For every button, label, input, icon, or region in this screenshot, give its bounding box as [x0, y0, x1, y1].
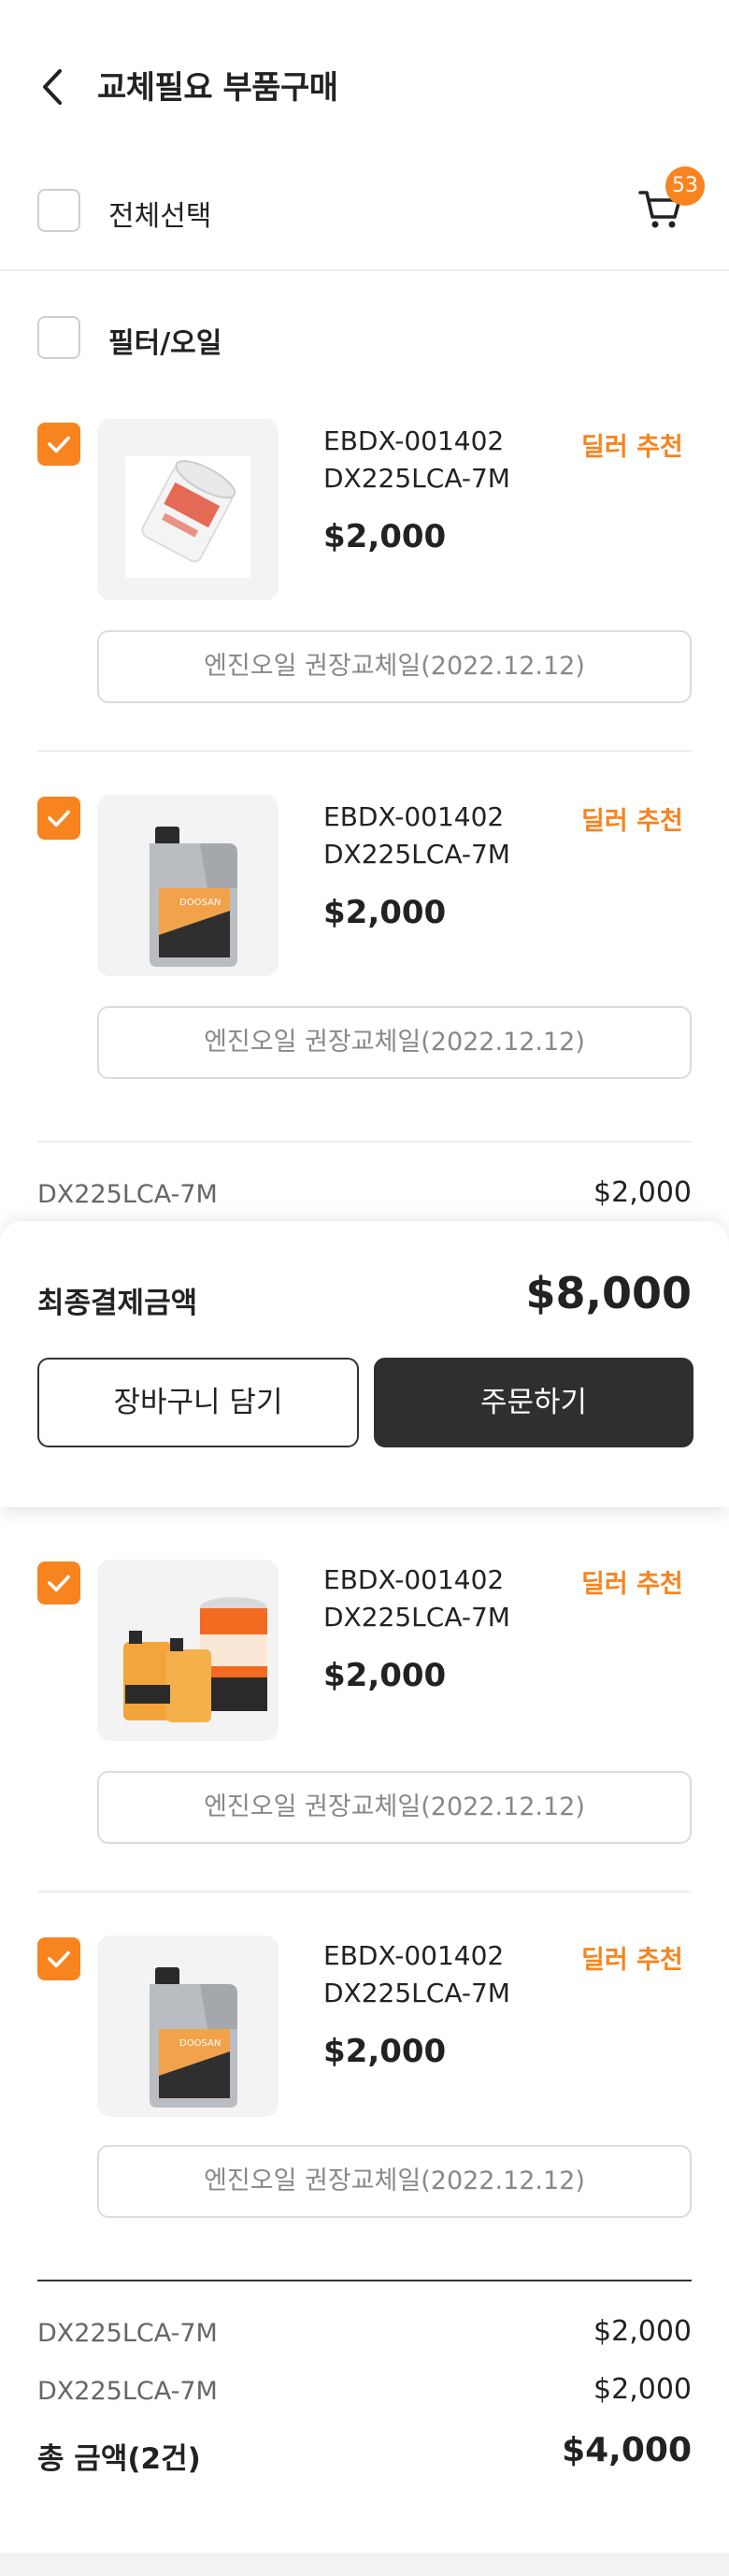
product-checkbox[interactable]: [37, 1561, 80, 1605]
category-label: 필터/오일: [108, 327, 222, 360]
recommend-date-button[interactable]: 엔진오일 권장교체일(2022.12.12): [97, 2145, 692, 2218]
bottom-spacer: [0, 2553, 729, 2576]
checkout-panel: 최종결제금액 $8,000 장바구니 담기 주문하기: [0, 1221, 729, 1507]
product-checkbox[interactable]: [37, 797, 80, 840]
svg-text:DOOSAN: DOOSAN: [179, 898, 221, 908]
header: 교체필요 부품구매: [0, 0, 729, 168]
page-title: 교체필요 부품구매: [97, 69, 338, 107]
order-button[interactable]: 주문하기: [374, 1358, 693, 1447]
category-checkbox[interactable]: [37, 316, 80, 359]
dealer-recommend-tag: 딜러 추천: [581, 1570, 683, 1599]
product-model: DX225LCA-7M: [323, 463, 510, 494]
summary-price: $2,000: [593, 2315, 692, 2348]
total-amount: $4,000: [562, 2431, 692, 2469]
final-amount-label: 최종결제금액: [37, 1287, 198, 1320]
select-all-label: 전체선택: [108, 200, 212, 233]
oil-jug-icon[interactable]: DOOSAN: [97, 1936, 279, 2117]
summary-model: DX225LCA-7M: [37, 2377, 218, 2406]
product-checkbox[interactable]: [37, 1937, 80, 1980]
back-icon[interactable]: [37, 64, 71, 110]
recommend-date-button[interactable]: 엔진오일 권장교체일(2022.12.12): [97, 630, 692, 703]
product-price: $2,000: [323, 894, 447, 931]
summary-price: $2,000: [593, 1176, 692, 1209]
divider: [37, 1891, 692, 1892]
divider: [0, 269, 729, 271]
axle-oil-set-icon[interactable]: [97, 1560, 279, 1741]
product-price: $2,000: [323, 518, 447, 555]
oil-filter-icon[interactable]: [97, 419, 279, 600]
select-all-checkbox[interactable]: [37, 189, 80, 232]
summary-price: $2,000: [593, 2373, 692, 2406]
product-price: $2,000: [323, 2033, 447, 2070]
final-amount-value: $8,000: [525, 1268, 692, 1318]
dealer-recommend-tag: 딜러 추천: [581, 433, 683, 462]
recommend-date-button[interactable]: 엔진오일 권장교체일(2022.12.12): [97, 1771, 692, 1844]
add-to-cart-button[interactable]: 장바구니 담기: [37, 1358, 359, 1447]
product-code: EBDX-001402: [323, 425, 505, 456]
product-code: EBDX-001402: [323, 1940, 505, 1971]
product-model: DX225LCA-7M: [323, 839, 510, 870]
recommend-date-button[interactable]: 엔진오일 권장교체일(2022.12.12): [97, 1006, 692, 1079]
product-price: $2,000: [323, 1657, 447, 1694]
divider: [37, 750, 692, 752]
cart-badge: 53: [665, 166, 705, 206]
product-checkbox[interactable]: [37, 423, 80, 466]
product-code: EBDX-001402: [323, 801, 505, 832]
summary-model: DX225LCA-7M: [37, 1180, 218, 1209]
product-model: DX225LCA-7M: [323, 1602, 510, 1633]
dealer-recommend-tag: 딜러 추천: [581, 1946, 683, 1975]
summary-divider: [37, 2280, 692, 2281]
summary-model: DX225LCA-7M: [37, 2319, 218, 2348]
dealer-recommend-tag: 딜러 추천: [581, 807, 683, 836]
divider: [37, 1141, 692, 1143]
product-code: EBDX-001402: [323, 1564, 505, 1595]
product-model: DX225LCA-7M: [323, 1978, 510, 2008]
oil-jug-icon[interactable]: DOOSAN: [97, 795, 279, 976]
total-label: 총 금액(2건): [37, 2442, 201, 2476]
svg-text:DOOSAN: DOOSAN: [179, 2038, 221, 2049]
